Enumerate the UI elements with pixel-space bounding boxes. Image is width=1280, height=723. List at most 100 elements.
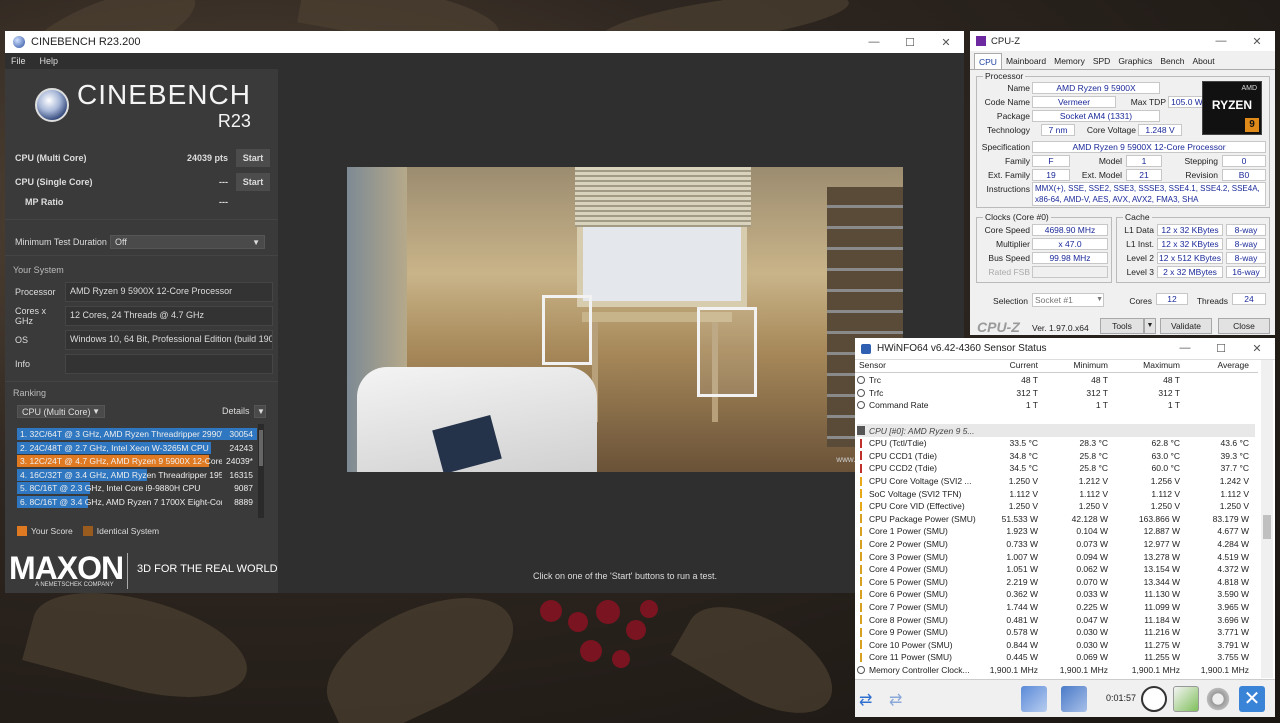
close-icon[interactable]: ✕ bbox=[928, 36, 964, 49]
sensor-maximum: 1.250 V bbox=[1150, 501, 1180, 512]
tab-cpu[interactable]: CPU bbox=[974, 53, 1002, 69]
menu-file[interactable]: File bbox=[11, 56, 26, 66]
sensor-row[interactable]: Core 2 Power (SMU) 0.733 W 0.073 W 12.977 W… bbox=[857, 538, 1255, 551]
ranking-row[interactable]: 4. 16C/32T @ 3.4 GHz, AMD Ryzen Threadri… bbox=[17, 468, 257, 481]
sensor-name-cell: Core 11 Power (SMU) bbox=[857, 652, 985, 662]
sensor-average: 4.677 W bbox=[1217, 526, 1249, 537]
sensor-row[interactable]: Memory Controller Clock... 1,900.1 MHz 1,9… bbox=[857, 664, 1255, 677]
score-row-multi: CPU (Multi Core) 24039 pts Start bbox=[15, 148, 270, 168]
tab-about[interactable]: About bbox=[1188, 53, 1218, 69]
close-button[interactable]: Close bbox=[1218, 318, 1270, 334]
sensor-row[interactable]: CPU (Tctl/Tdie) 33.5 °C 28.3 °C 62.8 °C 43.6… bbox=[857, 437, 1255, 450]
maximize-icon[interactable]: ☐ bbox=[892, 36, 928, 49]
sensor-row[interactable]: Command Rate 1 T 1 T 1 T bbox=[857, 399, 1255, 412]
sensor-row[interactable]: Core 3 Power (SMU) 1.007 W 0.094 W 13.278 W… bbox=[857, 550, 1255, 563]
ranking-scrollbar[interactable] bbox=[258, 424, 264, 518]
selection-value: Socket #1 bbox=[1035, 295, 1073, 305]
min-duration-label: Minimum Test Duration bbox=[15, 237, 107, 247]
ranking-row[interactable]: 1. 32C/64T @ 3 GHz, AMD Ryzen Threadripp… bbox=[17, 428, 257, 440]
tab-memory[interactable]: Memory bbox=[1050, 53, 1089, 69]
sensor-row[interactable]: CPU CCD1 (Tdie) 34.8 °C 25.8 °C 63.0 °C 39.3… bbox=[857, 450, 1255, 463]
info-input[interactable] bbox=[65, 354, 273, 374]
therm-icon bbox=[857, 451, 865, 461]
sensor-row[interactable]: Core 1 Power (SMU) 1.923 W 0.104 W 12.887 W… bbox=[857, 525, 1255, 538]
sensor-row[interactable]: Core 6 Power (SMU) 0.362 W 0.033 W 11.130 W… bbox=[857, 588, 1255, 601]
start-single-button[interactable]: Start bbox=[236, 173, 270, 191]
details-toggle-button[interactable]: ▼ bbox=[254, 405, 266, 418]
sensor-scrollbar[interactable] bbox=[1261, 360, 1273, 678]
sensor-row[interactable]: Core 10 Power (SMU) 0.844 W 0.030 W 11.275 … bbox=[857, 639, 1255, 652]
ranking-row[interactable]: 2. 24C/48T @ 2.7 GHz, Intel Xeon W-3265M… bbox=[17, 441, 257, 454]
sensor-row[interactable]: CPU Core Voltage (SVI2 ... 1.250 V 1.212 V… bbox=[857, 475, 1255, 488]
fsb-value bbox=[1032, 266, 1108, 278]
tools-dropdown-button[interactable]: ▼ bbox=[1144, 318, 1156, 334]
selection-dropdown[interactable]: Socket #1 ▼ bbox=[1032, 293, 1104, 307]
sensor-minimum: 1.112 V bbox=[1079, 488, 1108, 499]
sensor-average: 1.242 V bbox=[1219, 476, 1249, 487]
close-icon[interactable]: ✕ bbox=[1239, 342, 1275, 355]
menu-help[interactable]: Help bbox=[40, 56, 59, 66]
maximize-icon[interactable]: ☐ bbox=[1203, 342, 1239, 355]
col-sensor[interactable]: Sensor bbox=[855, 360, 985, 372]
ranking-row[interactable]: 5. 8C/16T @ 2.3 GHz, Intel Core i9-9880H… bbox=[17, 482, 257, 494]
system-key: Processor bbox=[15, 287, 56, 297]
sensor-row[interactable]: CPU Core VID (Effective) 1.250 V 1.250 V 1.… bbox=[857, 500, 1255, 513]
sensor-row[interactable]: Core 5 Power (SMU) 2.219 W 0.070 W 13.344 W… bbox=[857, 576, 1255, 589]
ranking-dropdown[interactable]: CPU (Multi Core) ▼ bbox=[17, 405, 105, 418]
sensor-group-header[interactable]: CPU [#0]: AMD Ryzen 9 5... bbox=[857, 424, 1255, 437]
sensor-name-cell: Core 10 Power (SMU) bbox=[857, 640, 985, 650]
sensor-row[interactable]: Trfc 312 T 312 T 312 T bbox=[857, 387, 1255, 400]
sensor-row[interactable]: CPU CCD2 (Tdie) 34.5 °C 25.8 °C 60.0 °C 37.7… bbox=[857, 462, 1255, 475]
close-icon[interactable]: ✕ bbox=[1239, 35, 1275, 48]
gear-icon[interactable] bbox=[1205, 686, 1231, 712]
tab-graphics[interactable]: Graphics bbox=[1114, 53, 1156, 69]
min-duration-dropdown[interactable]: Off ▼ bbox=[110, 235, 265, 249]
close-sensors-icon[interactable]: ✕ bbox=[1239, 686, 1265, 712]
network-share-icon[interactable] bbox=[1061, 686, 1087, 712]
sensor-row[interactable]: Core 9 Power (SMU) 0.578 W 0.030 W 11.216 W… bbox=[857, 626, 1255, 639]
start-multi-button[interactable]: Start bbox=[236, 149, 270, 167]
nav-arrows-secondary-icon[interactable]: ⇄ bbox=[889, 690, 902, 710]
spec-label: Specification bbox=[981, 142, 1030, 152]
sensor-row[interactable]: Core 4 Power (SMU) 1.051 W 0.062 W 13.154 W… bbox=[857, 563, 1255, 576]
tab-spd[interactable]: SPD bbox=[1089, 53, 1114, 69]
minimize-icon[interactable]: — bbox=[856, 36, 892, 49]
minimize-icon[interactable]: — bbox=[1167, 342, 1203, 355]
instructions-line-2: x86-64, AMD-V, AES, AVX, AVX2, FMA3, SHA bbox=[1035, 195, 1199, 204]
sensor-row[interactable]: Core 8 Power (SMU) 0.481 W 0.047 W 11.184 W… bbox=[857, 613, 1255, 626]
col-average[interactable]: Average bbox=[1180, 360, 1249, 372]
nav-arrows-icon[interactable]: ⇄ bbox=[859, 690, 872, 710]
score-multi-label: CPU (Multi Core) bbox=[15, 153, 87, 163]
sensor-average: 1.250 V bbox=[1219, 501, 1249, 512]
col-maximum[interactable]: Maximum bbox=[1108, 360, 1180, 372]
sensor-row[interactable]: Trc 48 T 48 T 48 T bbox=[857, 374, 1255, 387]
clock-icon[interactable] bbox=[1141, 686, 1167, 712]
cinebench-orb-icon bbox=[35, 88, 69, 122]
col-minimum[interactable]: Minimum bbox=[1038, 360, 1108, 372]
report-icon[interactable] bbox=[1173, 686, 1199, 712]
sensor-maximum: 60.0 °C bbox=[1151, 463, 1180, 474]
sensor-name-cell: Core 5 Power (SMU) bbox=[857, 577, 985, 587]
sensor-row[interactable]: CPU Package Power (SMU) 51.533 W 42.128 W 1… bbox=[857, 513, 1255, 526]
sensor-row[interactable]: SoC Voltage (SVI2 TFN) 1.112 V 1.112 V 1.11… bbox=[857, 487, 1255, 500]
sensor-row[interactable]: Core 11 Power (SMU) 0.445 W 0.069 W 11.255 … bbox=[857, 651, 1255, 664]
sensor-row[interactable]: Core 7 Power (SMU) 1.744 W 0.225 W 11.099 W… bbox=[857, 601, 1255, 614]
tools-button[interactable]: Tools bbox=[1100, 318, 1144, 334]
cinebench-window: CINEBENCH R23.200 — ☐ ✕ File Help CINEBE… bbox=[5, 31, 964, 593]
col-current[interactable]: Current bbox=[985, 360, 1038, 372]
sensor-row[interactable] bbox=[857, 412, 1255, 425]
ranking-row[interactable]: 3. 12C/24T @ 4.7 GHz, AMD Ryzen 9 5900X … bbox=[17, 455, 257, 467]
sensor-name: CPU Core Voltage (SVI2 ... bbox=[869, 476, 972, 487]
minimize-icon[interactable]: — bbox=[1203, 35, 1239, 48]
ranking-row[interactable]: 6. 8C/16T @ 3.4 GHz, AMD Ryzen 7 1700X E… bbox=[17, 495, 257, 508]
sensor-average: 3.755 W bbox=[1217, 652, 1249, 663]
tab-mainboard[interactable]: Mainboard bbox=[1002, 53, 1050, 69]
network-icon[interactable] bbox=[1021, 686, 1047, 712]
chevron-down-icon: ▼ bbox=[92, 407, 100, 416]
validate-button[interactable]: Validate bbox=[1160, 318, 1212, 334]
scrollbar-thumb[interactable] bbox=[1263, 515, 1271, 539]
sensor-maximum: 163.866 W bbox=[1138, 513, 1180, 524]
corespeed-value: 4698.90 MHz bbox=[1032, 224, 1108, 236]
sensor-minimum: 0.225 W bbox=[1076, 602, 1108, 613]
tab-bench[interactable]: Bench bbox=[1156, 53, 1188, 69]
